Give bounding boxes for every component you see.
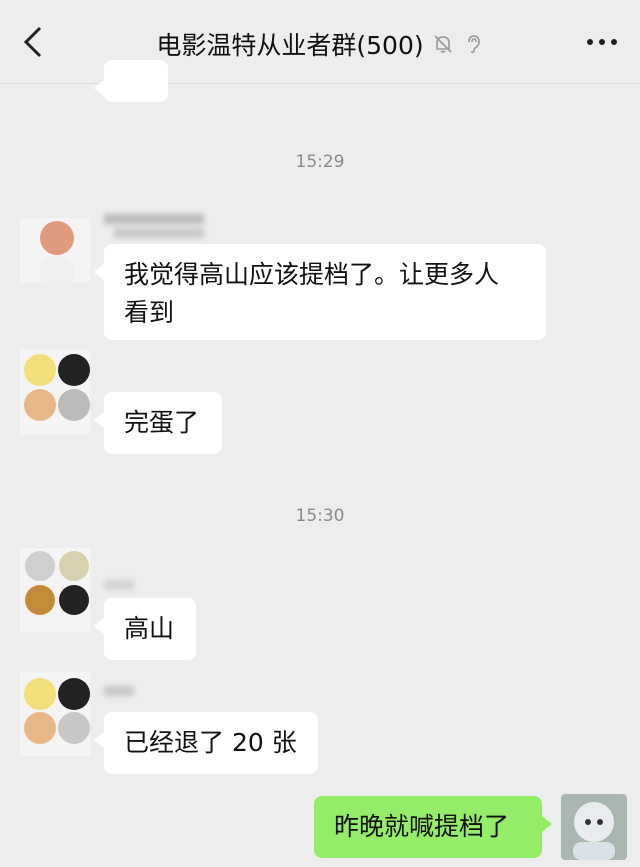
chat-title: 电影温特从业者群(500) [156, 31, 424, 60]
message-bubble: 高山 [94, 598, 196, 660]
avatar[interactable] [10, 672, 90, 756]
message-bubble: 完蛋了 [94, 392, 222, 454]
bell-slash-icon [434, 35, 452, 53]
self-avatar[interactable] [561, 794, 627, 860]
ear-icon [467, 35, 480, 54]
timestamp: 15:30 [295, 506, 345, 526]
message-bubble: 我觉得高山应该提档了。让更多人 看到 [94, 244, 546, 340]
avatar[interactable] [10, 198, 90, 282]
sender-name [104, 214, 204, 238]
message-bubble-self: 昨晚就喊提档了 [314, 796, 552, 858]
avatar[interactable] [10, 548, 90, 632]
sender-name [104, 686, 134, 696]
timestamp: 15:29 [295, 152, 345, 172]
avatar[interactable] [10, 350, 90, 434]
message-bubble: 已经退了 20 张 [94, 712, 318, 774]
partial-message-bubble [94, 60, 168, 102]
title-group: 电影温特从业者群(500) [0, 26, 640, 62]
more-dots-icon[interactable] [584, 32, 620, 52]
chat-header: 电影温特从业者群(500) [0, 0, 640, 84]
